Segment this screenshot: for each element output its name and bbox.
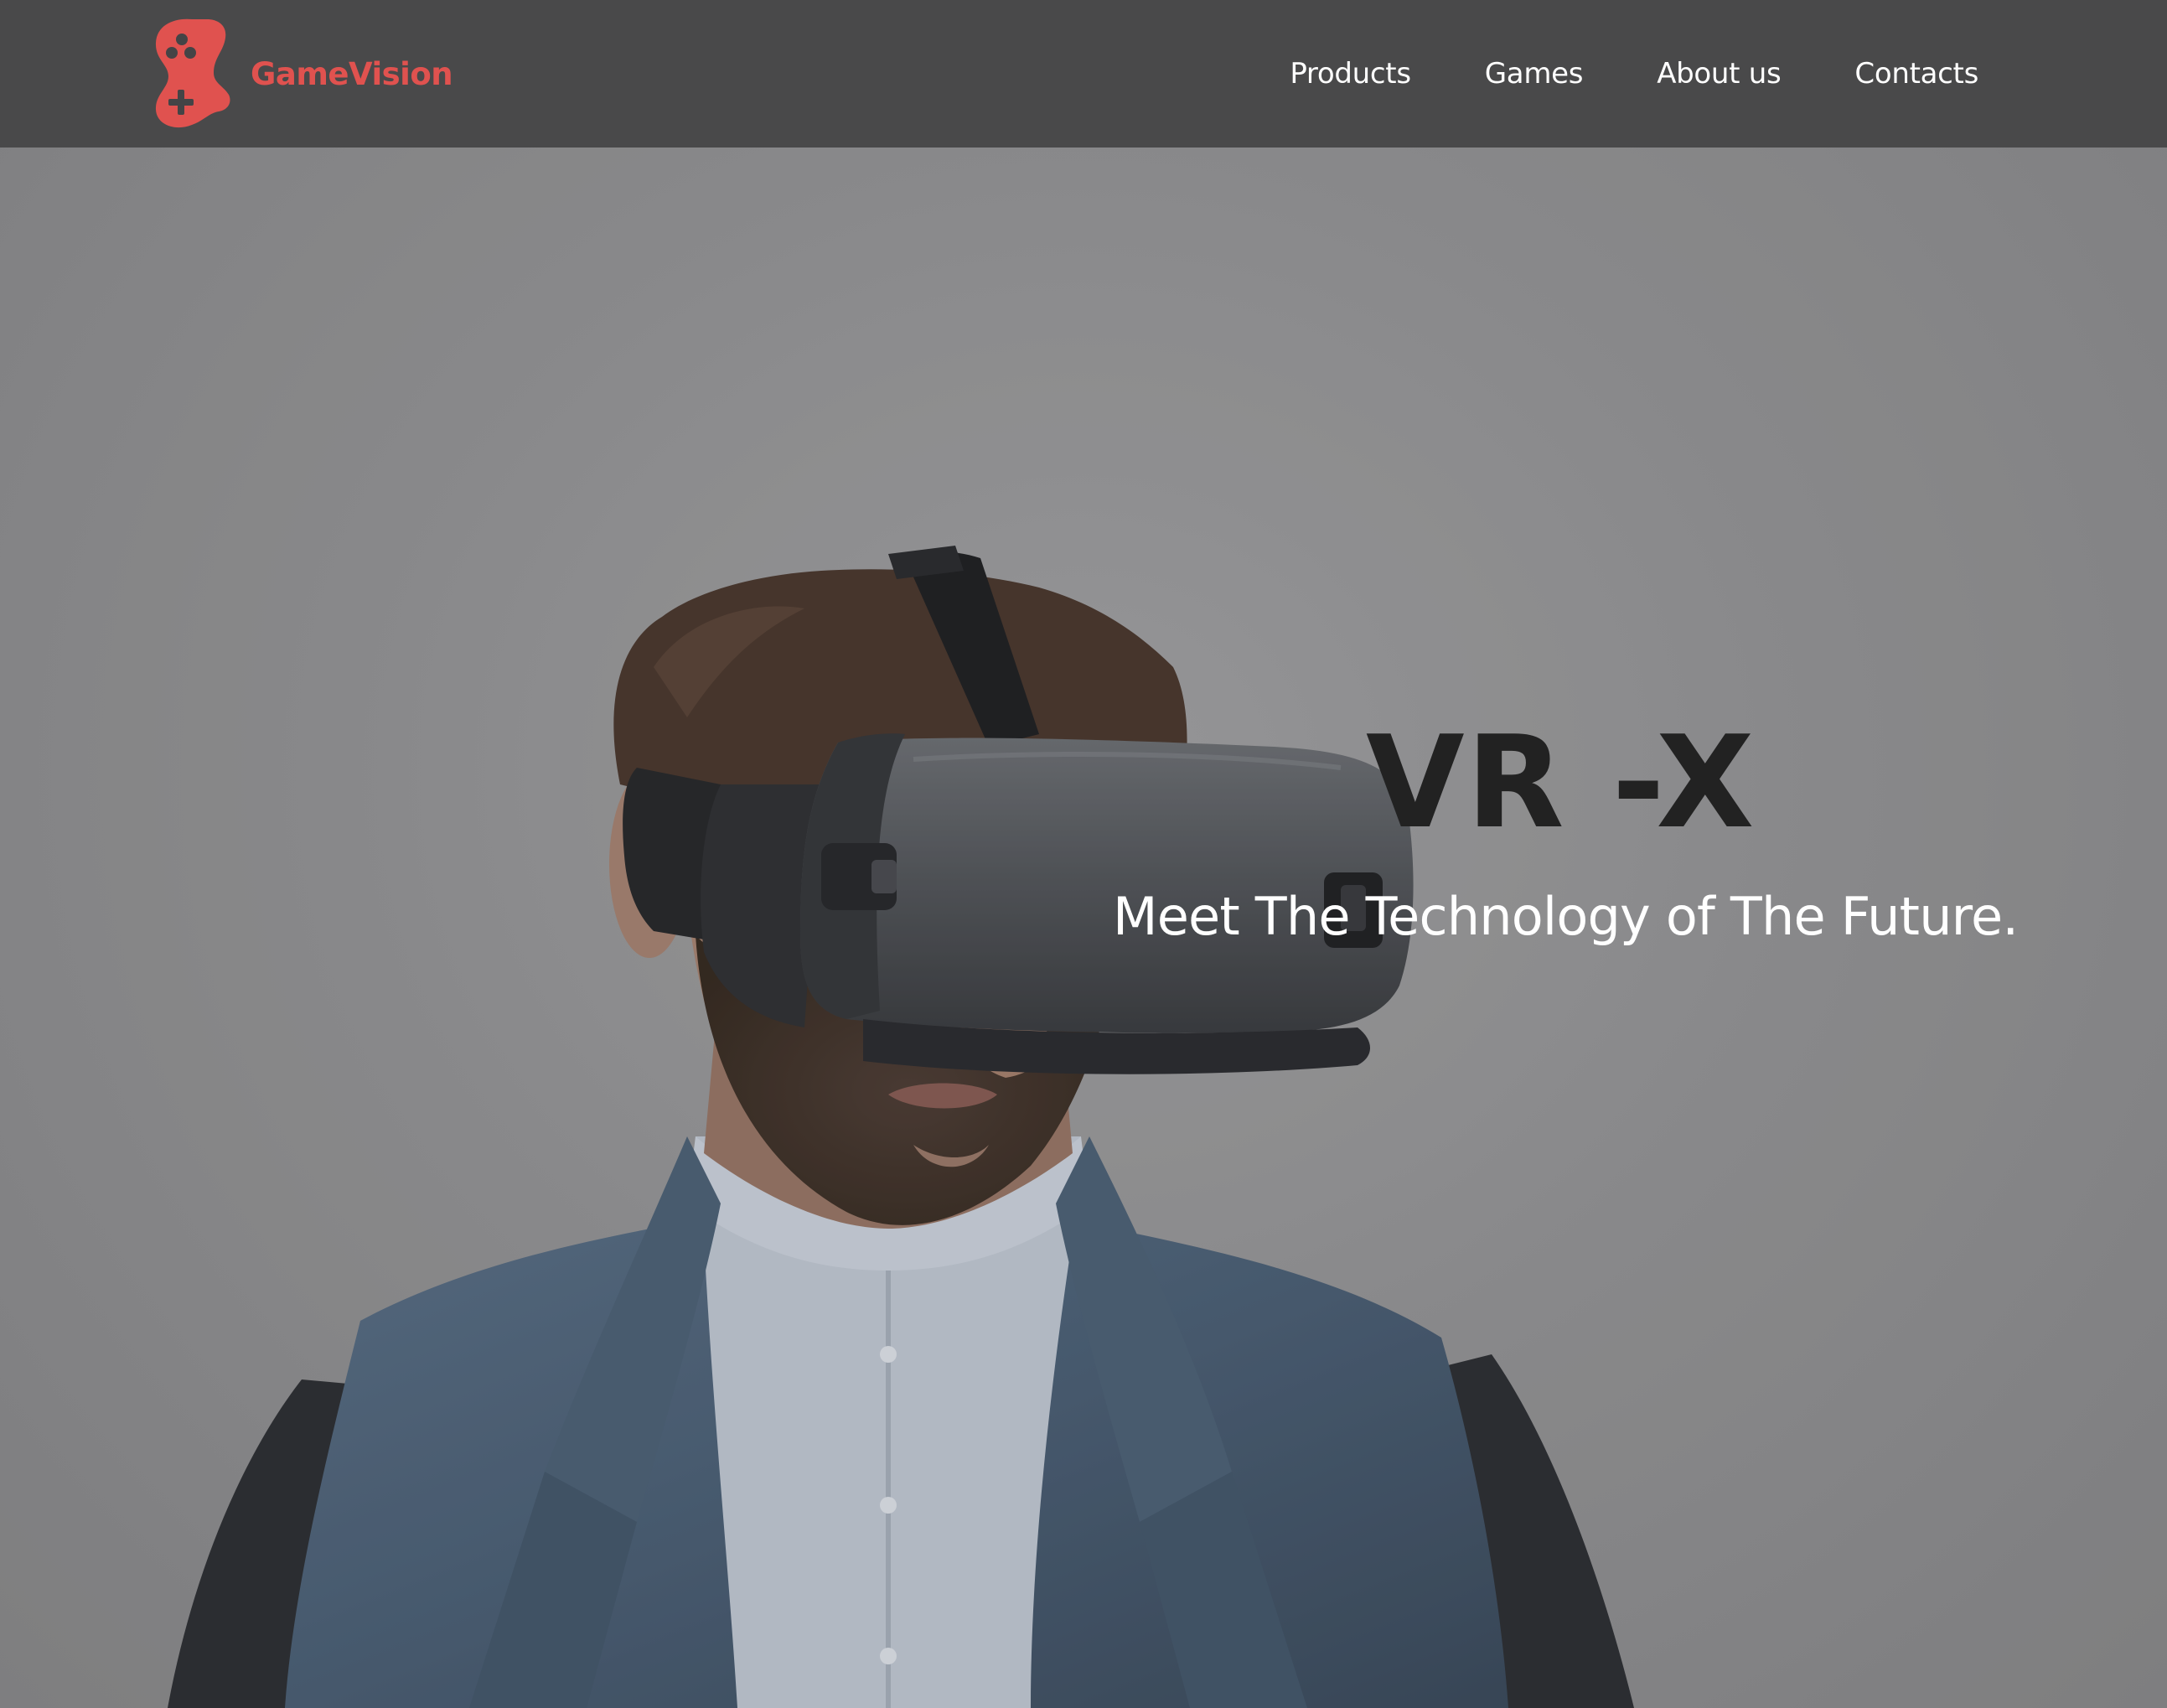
- gamepad-icon: [155, 18, 230, 128]
- brand-name: GameVision: [251, 55, 453, 92]
- main-nav: Products Games About us Contacts: [1290, 0, 1978, 148]
- site-header: GameVision Products Games About us Conta…: [0, 0, 2167, 148]
- hero-subtitle: Meet The Technology of The Future.: [1113, 886, 2019, 947]
- nav-contacts[interactable]: Contacts: [1854, 57, 1978, 91]
- hero-section: VR -X Meet The Technology of The Future.: [0, 148, 2167, 1708]
- nav-products[interactable]: Products: [1290, 57, 1411, 91]
- nav-games[interactable]: Games: [1485, 57, 1584, 91]
- nav-about-us[interactable]: About us: [1657, 57, 1782, 91]
- brand[interactable]: GameVision: [153, 17, 453, 131]
- hero-title: VR -X: [1366, 708, 1756, 857]
